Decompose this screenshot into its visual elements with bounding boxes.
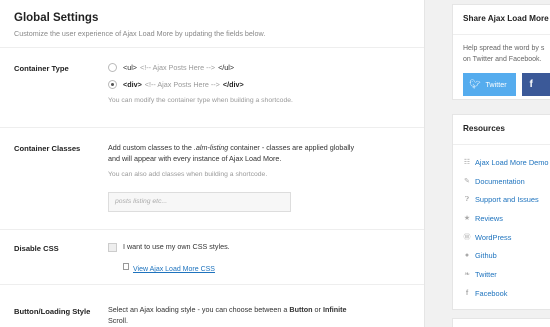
view-css-link-line[interactable]: View Ajax Load More CSS [108,258,415,276]
twitter-share-button[interactable]: 🐦︎ Twitter [463,73,516,96]
pencil-icon: ✎ [464,178,470,186]
container-type-hint: You can modify the container type when b… [108,97,293,104]
global-settings-panel: Global Settings Customize the user exper… [0,0,425,327]
resources-title: Resources [453,115,550,145]
wordpress-icon: Ⓦ [463,234,471,242]
disable-css-row: Disable CSS I want to use my own CSS sty… [0,230,424,285]
button-style-description: Select an Ajax loading style - you can c… [108,305,347,325]
twitter-icon: 🐦︎ [469,79,481,89]
share-box: Share Ajax Load More Help spread the wor… [452,4,550,100]
twitter-icon: ❧ [464,271,470,279]
facebook-icon: f [529,79,533,90]
resources-box: Resources ☷ Ajax Load More Demo ✎ Document… [452,114,550,310]
radio-ul[interactable] [108,62,117,72]
container-type-label: Container Type [14,64,69,73]
container-type-row: Container Type <ul> <!-- Ajax Posts Here… [0,48,424,128]
disable-css-checkbox[interactable] [108,242,117,252]
star-icon: ★ [463,215,471,223]
container-classes-input[interactable]: posts listing etc... [108,192,291,212]
button-style-row: Button/Loading Style Select an Ajax load… [0,285,424,327]
container-classes-row: Container Classes Add custom classes to … [0,128,424,230]
panel-header: Global Settings Customize the user exper… [0,0,424,48]
facebook-icon: f [465,289,469,297]
resource-item-twitter[interactable]: ❧ Twitter [463,265,550,284]
resource-item-demo[interactable]: ☷ Ajax Load More Demo [463,153,550,172]
resource-item-reviews[interactable]: ★ Reviews [463,209,550,228]
view-css-link[interactable]: View Ajax Load More CSS [133,266,215,273]
container-classes-hint: You can also add classes when building a… [108,171,268,178]
share-title: Share Ajax Load More [453,5,550,35]
resource-item-support[interactable]: ❓︎ Support and Issues [463,190,550,209]
resource-item-github[interactable]: ● Github [463,246,550,265]
container-classes-description: Add custom classes to the .alm-listing c… [108,143,355,163]
resource-item-documentation[interactable]: ✎ Documentation [463,172,550,191]
github-icon: ● [464,252,470,260]
radio-option-div[interactable]: <div> <!-- Ajax Posts Here --> </div> [108,77,415,91]
resources-list: ☷ Ajax Load More Demo ✎ Documentation ❓︎ Su… [453,145,550,303]
radio-div[interactable] [108,79,117,89]
resource-item-wordpress[interactable]: Ⓦ WordPress [463,228,550,247]
document-icon [123,263,129,271]
resource-item-facebook[interactable]: f Facebook [463,284,550,303]
share-text: Help spread the word by s on Twitter and… [463,45,545,63]
facebook-share-button[interactable]: f [521,73,550,96]
question-icon: ❓︎ [464,195,470,203]
page-title: Global Settings [14,12,99,24]
radio-option-ul[interactable]: <ul> <!-- Ajax Posts Here --> </ul> [108,60,415,74]
disable-css-label: Disable CSS [14,244,59,253]
rss-icon: ☷ [463,159,471,167]
button-style-label: Button/Loading Style [14,307,91,316]
next-sidebar-box [452,318,550,327]
container-classes-label: Container Classes [14,144,81,153]
disable-css-checkbox-line[interactable]: I want to use my own CSS styles. [108,241,415,252]
page-description: Customize the user experience of Ajax Lo… [14,29,266,38]
